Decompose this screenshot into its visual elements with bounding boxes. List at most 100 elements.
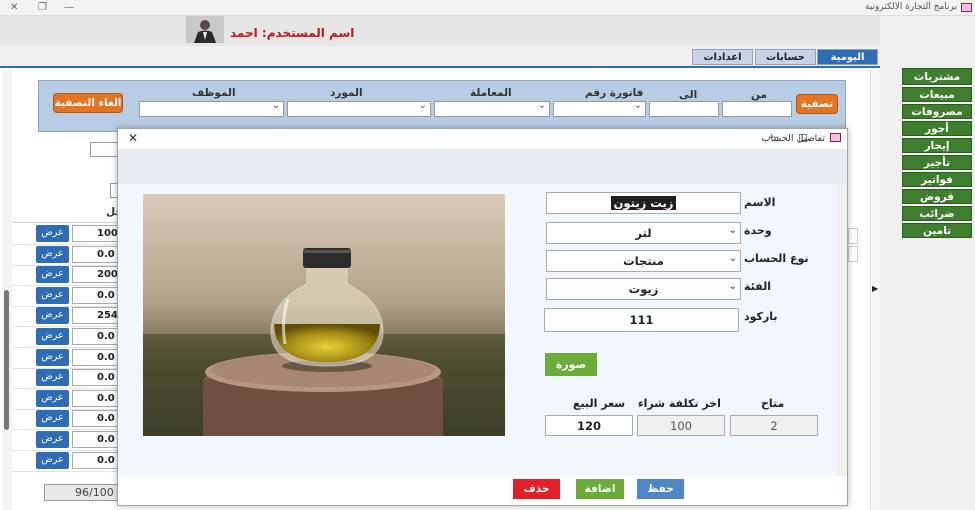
nav-invoices[interactable]: فواتير xyxy=(902,172,972,187)
dialog-minimize-icon[interactable]: — xyxy=(768,130,779,143)
nav-leasing[interactable]: تأجير xyxy=(902,155,972,170)
tab-daily[interactable]: اليومية xyxy=(817,49,878,65)
record-counter: 96/100 xyxy=(44,484,118,501)
view-button[interactable]: عرض xyxy=(36,431,69,448)
invoice-select[interactable] xyxy=(553,100,646,117)
dialog-header-band xyxy=(118,149,847,184)
dialog-close-icon[interactable]: ✕ xyxy=(128,131,138,145)
side-box xyxy=(848,228,858,244)
nav-insurance[interactable]: تامين xyxy=(902,223,972,238)
name-input[interactable]: زيت زيتون xyxy=(546,192,741,214)
dialog-title-bar: تفاصيل الحساب ✕ ☐ — xyxy=(118,129,847,149)
amount-cell: 0.0 xyxy=(72,451,122,469)
hidden-input-1[interactable] xyxy=(90,142,118,157)
view-button[interactable]: عرض xyxy=(36,307,69,325)
account-type-label: نوع الحساب xyxy=(744,252,809,265)
amount-cell: 0.0 xyxy=(72,328,122,345)
filter-panel: تصفية الغاء التصفية من الى فاتورة رقم ال… xyxy=(38,80,846,132)
nav-rent[interactable]: إيجار xyxy=(902,138,972,153)
save-button[interactable]: حفظ xyxy=(637,479,684,499)
amount-cell: 0.0 xyxy=(72,245,122,263)
sale-price-input[interactable]: 120 xyxy=(545,415,633,436)
dialog-app-icon xyxy=(830,133,841,142)
dialog-maximize-icon[interactable]: ☐ xyxy=(798,132,808,145)
close-icon[interactable]: ✕ xyxy=(10,2,18,13)
amount-cell: 0.0 xyxy=(72,369,122,387)
account-type-select[interactable]: منتجات xyxy=(546,249,741,272)
to-label: الى xyxy=(679,89,698,101)
amount-cell: 0.0 xyxy=(72,348,122,366)
scroll-right-arrow-icon[interactable]: ▶ xyxy=(872,284,878,293)
window-title: برنامج التجارة الالكترونية xyxy=(864,2,957,12)
view-button[interactable]: عرض xyxy=(36,328,69,345)
nav-wages[interactable]: أجور xyxy=(902,121,972,136)
supplier-select[interactable] xyxy=(287,100,431,117)
amount-cell: 0.0 xyxy=(72,431,122,448)
employee-select[interactable] xyxy=(139,100,284,117)
account-details-dialog: تفاصيل الحساب ✕ ☐ — ▶ xyxy=(117,128,848,506)
filter-button[interactable]: تصفية xyxy=(796,94,838,114)
amount-cell: 200. xyxy=(72,266,122,284)
username-label: اسم المستخدم: احمد xyxy=(230,26,355,40)
sale-price-label: سعر البيع xyxy=(573,397,626,410)
header-bar: اسم المستخدم: احمد xyxy=(0,16,880,46)
dialog-scroll-track[interactable] xyxy=(837,184,847,476)
view-button[interactable]: عرض xyxy=(36,369,69,387)
unit-label: وحدة xyxy=(744,224,772,237)
add-button[interactable]: اضافة xyxy=(576,479,624,499)
nav-loans[interactable]: قروض xyxy=(902,189,972,204)
amount-cell: 0.0 xyxy=(72,286,122,304)
transaction-label: المعاملة xyxy=(470,87,512,99)
from-date-input[interactable] xyxy=(722,101,792,117)
nav-sales[interactable]: مبيعات xyxy=(902,87,972,102)
barcode-label: باركود xyxy=(744,310,778,323)
view-button[interactable]: عرض xyxy=(36,451,69,469)
nav-taxes[interactable]: ضرائب xyxy=(902,206,972,221)
view-button[interactable]: عرض xyxy=(36,225,69,242)
name-value: زيت زيتون xyxy=(610,196,677,210)
view-button[interactable]: عرض xyxy=(36,286,69,304)
amount-cell: 254. xyxy=(72,307,122,325)
nav-expenses[interactable]: مصروفات xyxy=(902,104,972,119)
invoice-label: فاتورة رقم xyxy=(585,87,644,99)
delete-button[interactable]: حذف xyxy=(513,479,560,499)
barcode-input[interactable]: 111 xyxy=(544,308,739,332)
side-box xyxy=(848,246,858,262)
tab-accounts[interactable]: حسابات xyxy=(755,49,816,65)
view-button[interactable]: عرض xyxy=(36,410,69,428)
name-label: الاسم xyxy=(744,196,776,209)
avatar xyxy=(186,16,224,43)
product-image xyxy=(143,194,505,436)
unit-select[interactable]: لتر xyxy=(546,221,741,244)
amount-cell: 0.0 xyxy=(72,389,122,407)
amount-cell: 1000 xyxy=(72,225,122,242)
window-title-bar: برنامج التجارة الالكترونية ✕ ❐ — xyxy=(0,0,975,16)
clear-filter-button[interactable]: الغاء التصفية xyxy=(53,93,123,113)
from-label: من xyxy=(751,89,767,101)
supplier-label: المورد xyxy=(330,87,363,99)
last-cost-value: 100 xyxy=(637,415,725,436)
scrollbar-thumb[interactable] xyxy=(4,290,9,430)
row-divider xyxy=(12,470,117,472)
list-header-divider xyxy=(12,222,117,223)
restore-icon[interactable]: ❐ xyxy=(38,2,47,13)
amount-cell: 0.0 xyxy=(72,410,122,428)
available-label: متاح xyxy=(761,397,785,410)
view-button[interactable]: عرض xyxy=(36,266,69,284)
category-label: الفئة xyxy=(744,280,771,293)
to-date-input[interactable] xyxy=(649,101,719,117)
available-value: 2 xyxy=(730,415,818,436)
image-button[interactable]: صورة xyxy=(545,353,597,376)
minimize-icon[interactable]: — xyxy=(64,2,74,13)
last-cost-label: اخر تكلفة شراء xyxy=(638,397,721,410)
tab-settings[interactable]: اعدادات xyxy=(692,49,753,65)
category-select[interactable]: زيوت xyxy=(546,277,741,300)
nav-purchases[interactable]: مشتريات xyxy=(902,68,972,85)
transaction-select[interactable] xyxy=(434,100,550,117)
employee-label: الموظف xyxy=(192,87,236,99)
view-button[interactable]: عرض xyxy=(36,348,69,366)
dialog-body: ▶ xyxy=(118,184,847,476)
view-button[interactable]: عرض xyxy=(36,389,69,407)
app-icon xyxy=(961,3,972,12)
view-button[interactable]: عرض xyxy=(36,245,69,263)
